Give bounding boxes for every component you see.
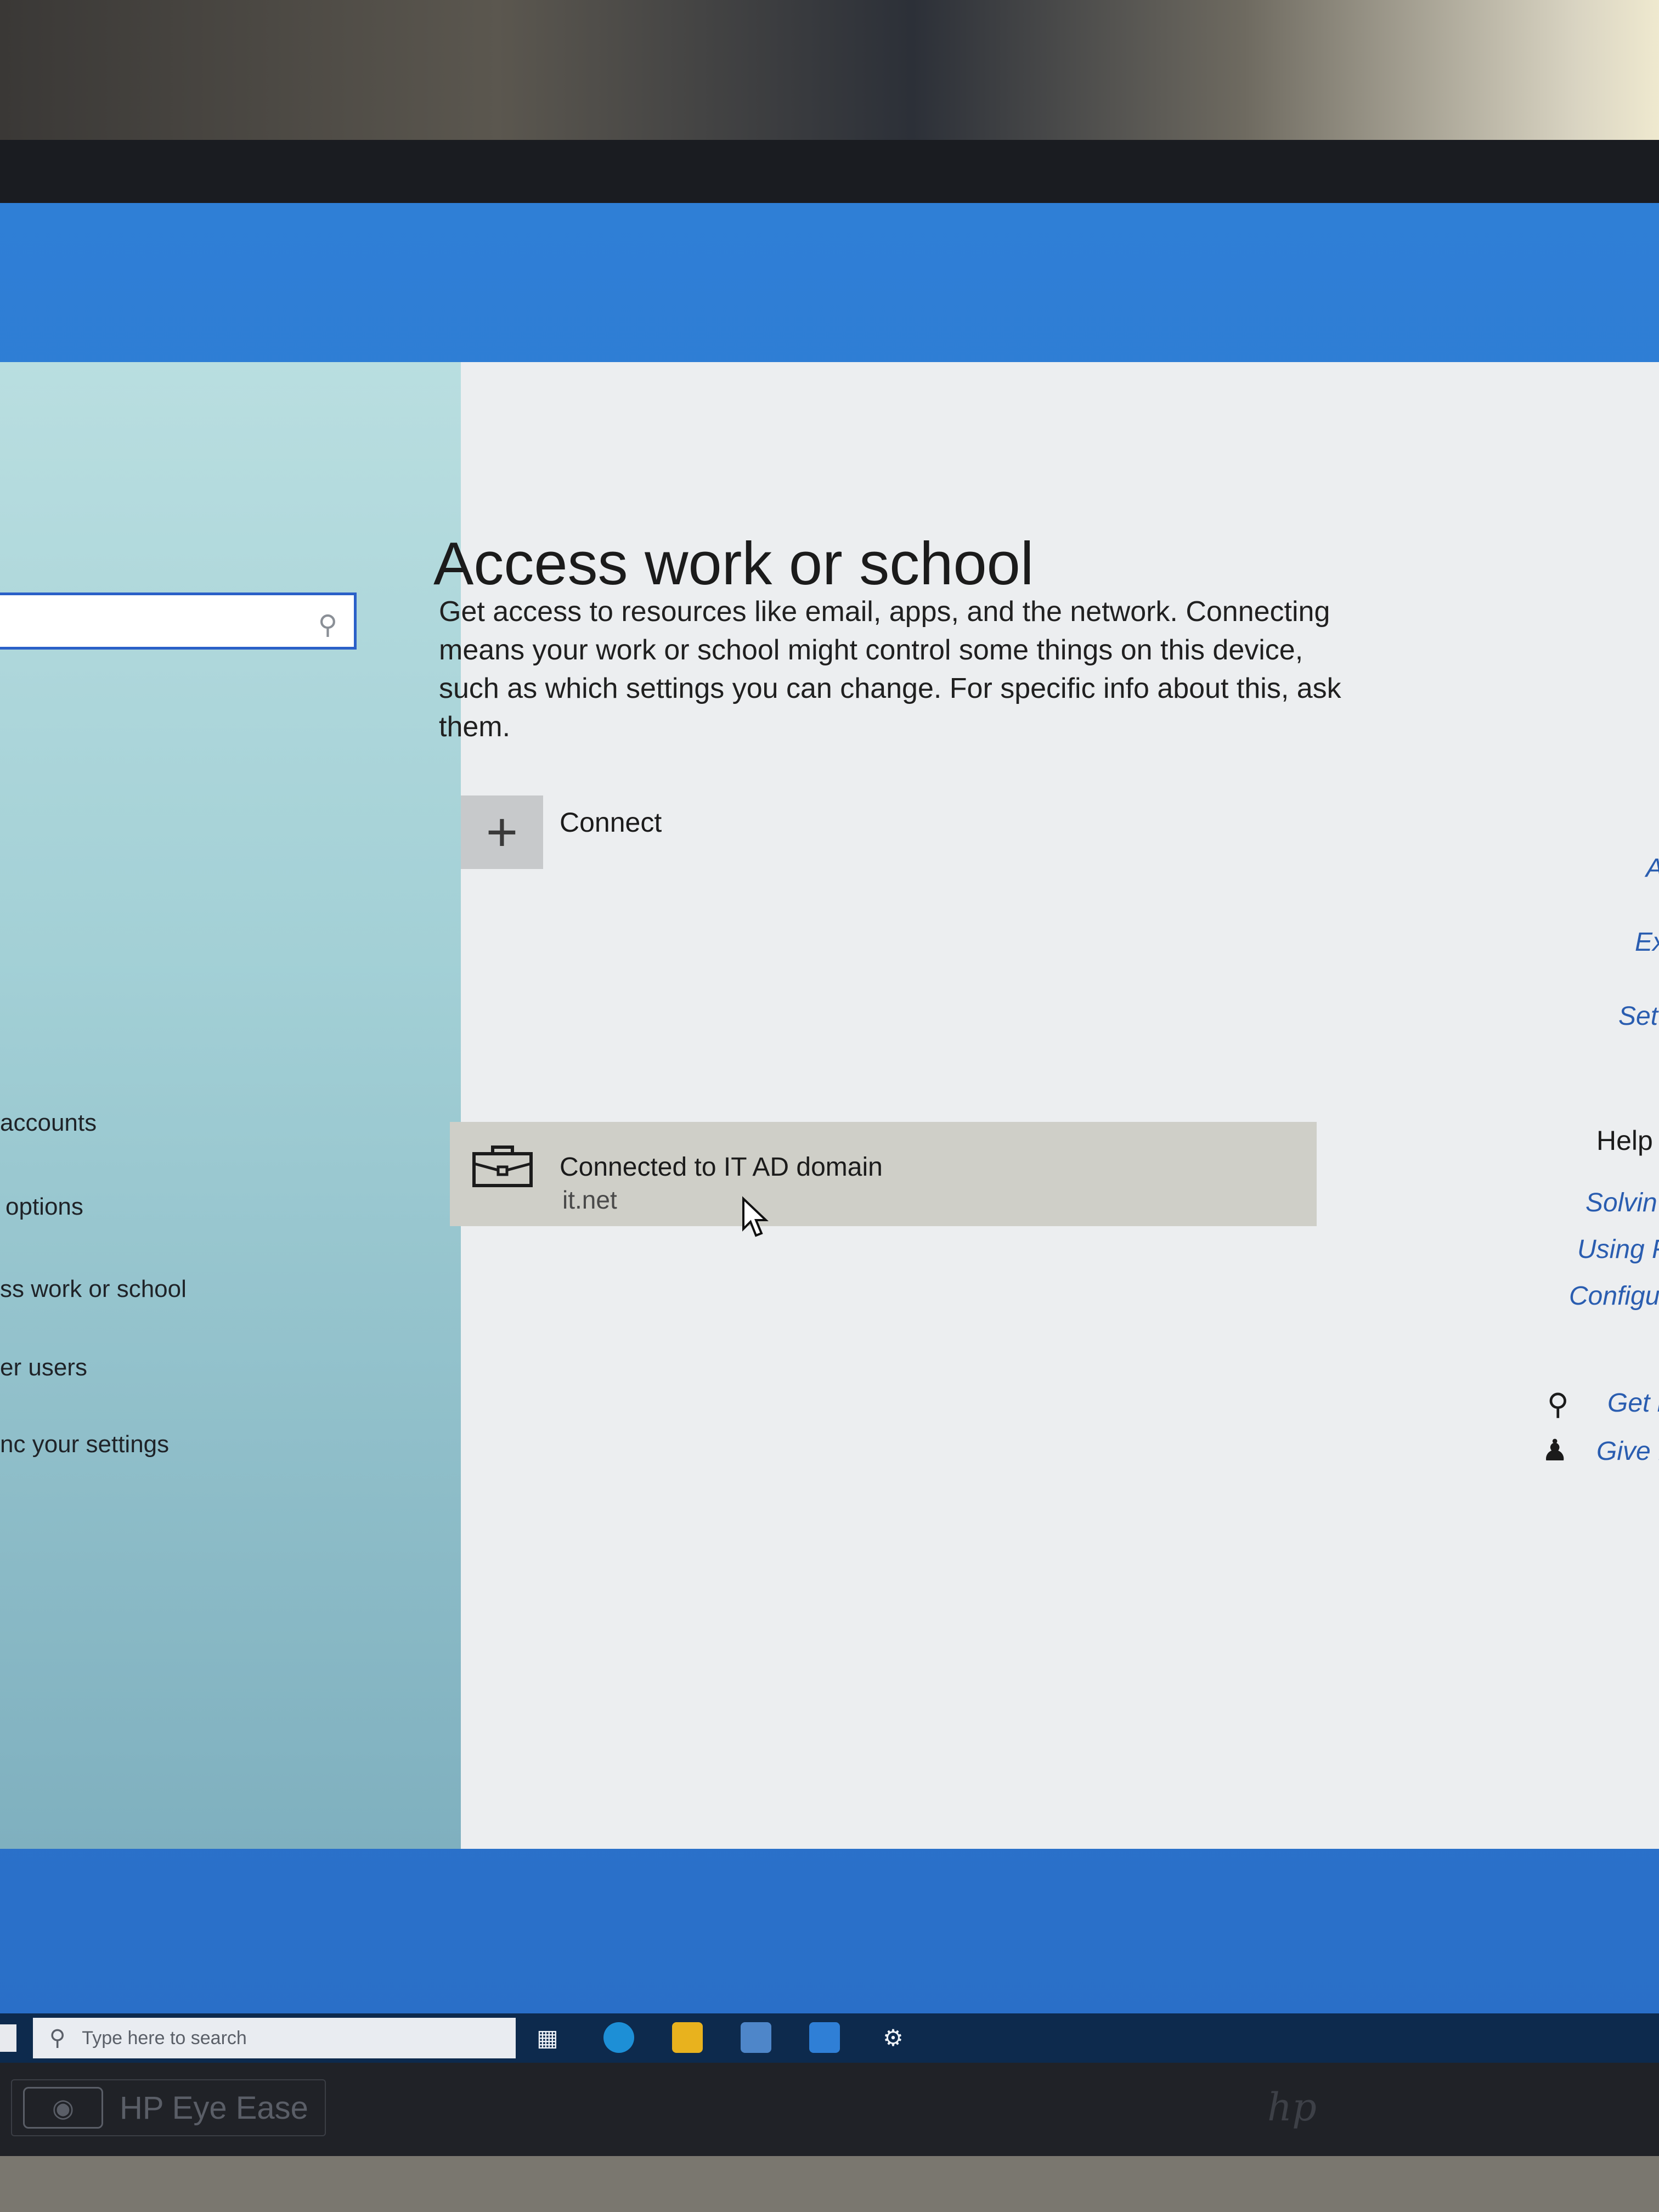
related-link-3[interactable]: Set (1618, 1001, 1658, 1031)
settings-sidebar: ⚲ accounts options ss work or school er … (0, 362, 461, 1849)
account-domain: it.net (562, 1186, 617, 1214)
briefcase-icon (472, 1146, 533, 1187)
file-explorer-icon[interactable] (672, 2022, 703, 2053)
hp-eye-ease-label: HP Eye Ease (120, 2090, 308, 2126)
page-description: Get access to resources like email, apps… (439, 596, 1341, 743)
settings-gear-icon[interactable]: ⚙ (878, 2022, 909, 2053)
taskbar-search-placeholder: Type here to search (82, 2027, 247, 2049)
help-link-3[interactable]: Configu (1569, 1281, 1659, 1311)
get-help-link[interactable]: Get h (1607, 1388, 1659, 1418)
taskbar: ⚲ Type here to search ▦ ⚙ (0, 2013, 1659, 2063)
settings-main-pane: Access work or school Get access to reso… (400, 362, 1659, 1849)
help-link-2[interactable]: Using F (1577, 1234, 1659, 1265)
find-setting-search-input[interactable]: ⚲ (0, 592, 357, 650)
taskbar-search-input[interactable]: ⚲ Type here to search (33, 2018, 516, 2058)
eye-icon: ◉ (23, 2087, 103, 2129)
plus-icon: + (461, 795, 543, 869)
sidebar-item-access-work-or-school[interactable]: ss work or school (0, 1276, 187, 1303)
sidebar-item-sync-settings[interactable]: nc your settings (0, 1431, 169, 1458)
connect-button[interactable]: + Connect (461, 795, 662, 869)
store-icon[interactable] (741, 2022, 771, 2053)
monitor-bezel-top (0, 140, 1659, 203)
account-title: Connected to IT AD domain (560, 1153, 883, 1182)
work-account-item[interactable]: Connected to IT AD domain it.net (450, 1122, 1317, 1226)
chat-help-icon: ⚲ (1547, 1388, 1569, 1421)
task-view-icon[interactable]: ▦ (532, 2022, 563, 2053)
search-icon: ⚲ (49, 2026, 66, 2050)
page-title: Access work or school (433, 529, 1034, 597)
help-link-1[interactable]: Solvin (1585, 1188, 1657, 1218)
connect-label: Connect (560, 807, 662, 838)
related-link-2[interactable]: Ex (1635, 927, 1659, 957)
feedback-icon: ♟ (1542, 1434, 1568, 1467)
desk-surface (0, 2156, 1659, 2212)
related-settings-column: A Ex Set Help Solvin Using F Configu ⚲ G… (1542, 362, 1659, 1849)
start-button[interactable] (0, 2024, 16, 2052)
mail-icon[interactable] (809, 2022, 840, 2053)
settings-window: ⚲ accounts options ss work or school er … (0, 362, 1659, 1849)
sidebar-item-other-users[interactable]: er users (0, 1354, 87, 1381)
give-feedback-link[interactable]: Give f (1596, 1436, 1659, 1466)
background-room (0, 0, 1659, 148)
help-heading: Help (1596, 1125, 1653, 1156)
hp-logo: hp (1267, 2085, 1317, 2130)
search-icon: ⚲ (318, 611, 337, 640)
mouse-cursor-icon (742, 1196, 769, 1237)
monitor-screen: ⚲ accounts options ss work or school er … (0, 203, 1659, 2035)
sidebar-item-accounts[interactable]: accounts (0, 1109, 97, 1137)
hp-eye-ease-badge: ◉ HP Eye Ease (11, 2079, 326, 2136)
edge-icon[interactable] (603, 2022, 634, 2053)
related-link-1[interactable]: A (1646, 853, 1659, 883)
sidebar-item-options[interactable]: options (5, 1193, 83, 1221)
